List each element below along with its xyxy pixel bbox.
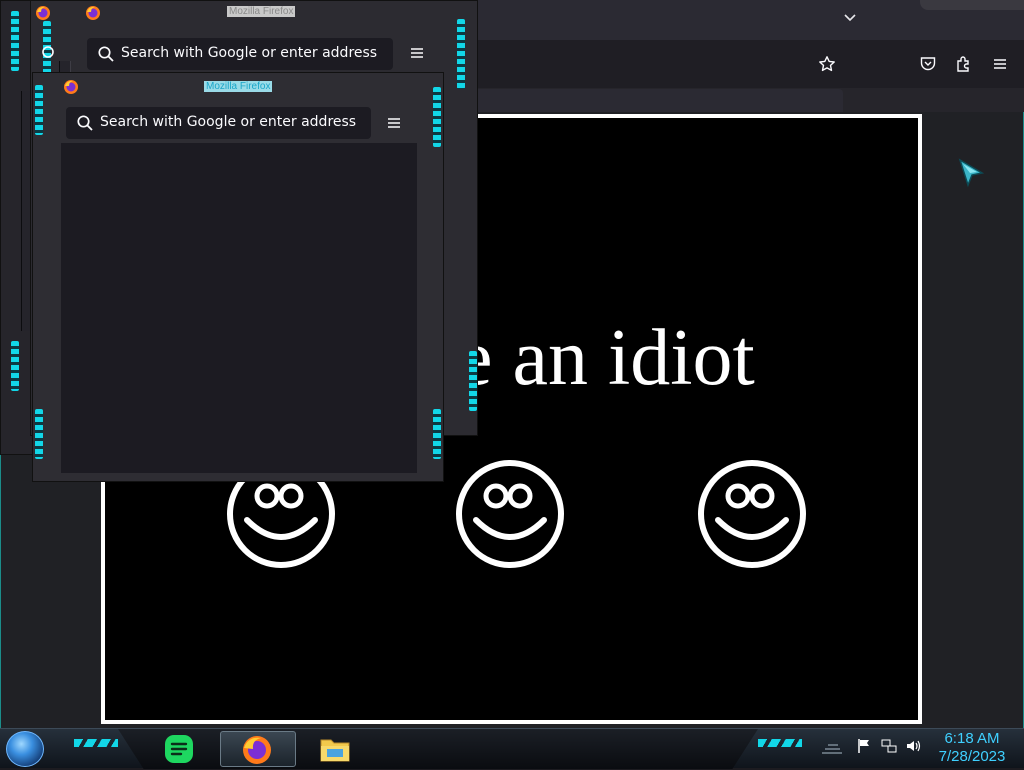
popup-search-input[interactable]: Search with Google or enter address [87, 38, 393, 70]
cyan-frame-accent [35, 85, 43, 135]
clock-date: 7/28/2023 [938, 748, 1006, 765]
cyan-frame-accent [11, 341, 19, 391]
cyan-frame-accent [457, 19, 465, 89]
firefox-logo-icon [36, 6, 50, 20]
hamburger-menu-icon[interactable] [384, 113, 404, 133]
search-icon [98, 46, 114, 62]
firefox-logo-icon [86, 6, 100, 20]
network-icon[interactable] [880, 737, 898, 755]
search-icon [77, 115, 93, 131]
volume-icon[interactable] [904, 737, 922, 755]
hamburger-menu-icon[interactable] [987, 51, 1013, 77]
start-button[interactable] [6, 731, 44, 767]
spotify-taskbar-button[interactable] [162, 732, 196, 766]
star-icon[interactable] [814, 51, 840, 77]
popup-titlebar[interactable]: Mozilla Firefox [31, 1, 477, 25]
extensions-icon[interactable] [951, 51, 977, 77]
taskbar-plate [118, 729, 758, 769]
pocket-icon[interactable] [915, 51, 941, 77]
taskbar-cyan-accent [74, 739, 118, 747]
popup-title: Mozilla Firefox [204, 81, 273, 92]
file-explorer-taskbar-button[interactable] [318, 732, 352, 766]
cyan-frame-accent [469, 351, 477, 411]
action-center-flag-icon[interactable] [855, 737, 873, 755]
cyan-frame-accent [433, 409, 441, 459]
smiley-face-icon [456, 460, 564, 568]
taskbar-clock[interactable]: 6:18 AM 7/28/2023 [930, 728, 1014, 770]
popup-title: Mozilla Firefox [227, 6, 296, 17]
search-placeholder: Search with Google or enter address [100, 114, 357, 130]
titlebar-ornament [920, 0, 1024, 10]
hamburger-menu-icon[interactable] [407, 43, 427, 63]
popup-window-2[interactable]: Mozilla Firefox Search with Google or en… [32, 72, 444, 482]
taskbar-cyan-accent [758, 739, 802, 747]
folder-icon [320, 739, 350, 762]
popup-titlebar[interactable]: Mozilla Firefox [33, 73, 443, 97]
smiley-face-icon [698, 460, 806, 568]
tray-overflow-icon[interactable] [820, 739, 844, 755]
popup-content-area [61, 143, 417, 473]
chevron-down-icon[interactable] [842, 10, 866, 32]
clock-time: 6:18 AM [944, 730, 1000, 747]
cyan-frame-accent [11, 11, 19, 71]
cyan-frame-accent [35, 409, 43, 459]
spotify-icon [165, 735, 193, 763]
firefox-taskbar-button[interactable] [220, 731, 296, 767]
mouse-cursor-icon [958, 158, 984, 188]
page-headline: e an idiot [457, 314, 755, 402]
search-placeholder: Search with Google or enter address [121, 45, 378, 61]
popup-search-input[interactable]: Search with Google or enter address [66, 107, 371, 139]
cyan-frame-accent [433, 87, 441, 147]
firefox-logo-icon [243, 736, 271, 764]
firefox-logo-icon [64, 80, 78, 94]
search-icon [39, 43, 65, 61]
